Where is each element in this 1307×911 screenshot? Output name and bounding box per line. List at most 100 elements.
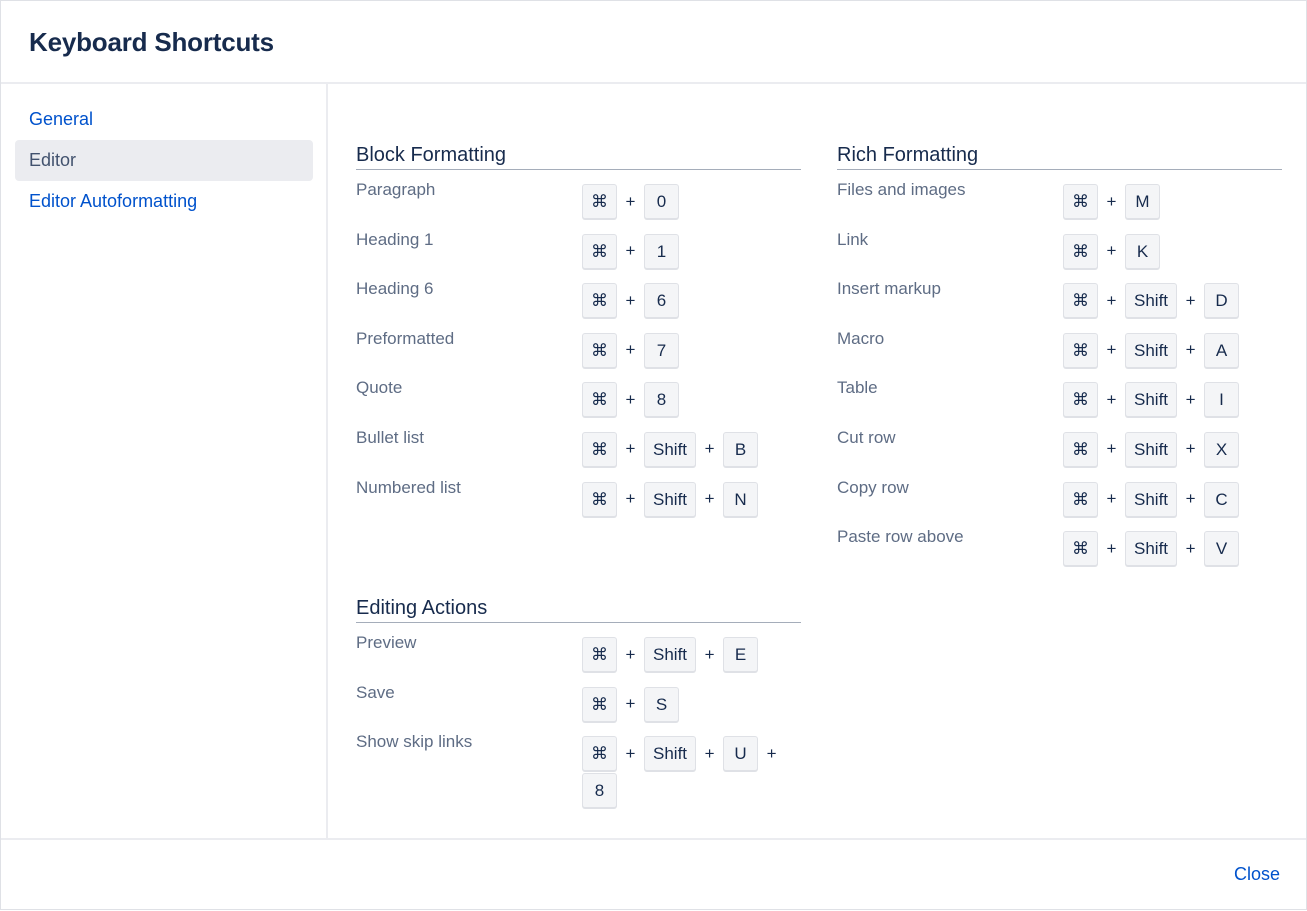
command-key-icon: ⌘ [1063,283,1098,319]
keycap: M [1125,184,1160,219]
keycap: 1 [644,233,679,269]
keycap: 8 [582,773,617,809]
command-key-icon: ⌘ [582,686,617,722]
shortcut-row: Paragraph ⌘ +0 [356,170,801,220]
shortcut-keys: ⌘ + Shift + D [1063,283,1273,319]
shortcut-keys: ⌘ + Shift + C [1063,481,1273,517]
command-key-icon: ⌘ [582,332,617,368]
shortcut-keys: ⌘ + Shift + E [582,637,792,672]
plus-separator: + [625,340,636,360]
shortcut-list: Preview ⌘ + Shift + E Save ⌘ + S Show skip links ⌘ +… [356,623,801,809]
plus-separator: + [625,489,636,509]
shortcut-keys: ⌘ + Shift + U +8 [582,736,792,809]
shortcut-keys: ⌘ +7 [582,332,792,368]
shortcut-row: Numbered list ⌘ + Shift + N [356,468,801,518]
shortcut-row: Paste row above ⌘ + Shift + V [837,517,1282,567]
shortcut-label: Insert markup [837,279,941,299]
plus-separator: + [625,389,636,409]
keycap: U [723,736,759,772]
shortcut-label: Numbered list [356,477,461,497]
plus-separator: + [1185,290,1196,310]
command-key-icon: ⌘ [1063,382,1098,418]
keycap: Shift [1125,382,1178,418]
sidebar-item-general[interactable]: General [15,99,313,140]
plus-separator: + [766,743,777,763]
shortcut-row: Table ⌘ + Shift + I [837,368,1282,418]
keycap: Shift [1125,332,1178,368]
keycap: Shift [1125,431,1178,467]
plus-separator: + [1106,340,1117,360]
keycap: N [723,481,759,517]
shortcut-keys: ⌘ +0 [582,184,792,219]
command-key-icon: ⌘ [1063,481,1098,517]
shortcut-keys: ⌘ + K [1063,233,1273,269]
keycap: K [1125,233,1160,269]
plus-separator: + [625,439,636,459]
keycap: Shift [1125,481,1178,517]
shortcut-label: Preformatted [356,328,455,348]
keycap: Shift [644,736,697,772]
plus-separator: + [704,439,715,459]
shortcut-row: Quote ⌘ +8 [356,368,801,418]
command-key-icon: ⌘ [582,481,617,517]
keycap: Shift [644,637,697,672]
shortcut-label: Cut row [837,427,896,447]
shortcut-row: Preformatted ⌘ +7 [356,319,801,369]
shortcut-row: Link ⌘ + K [837,220,1282,270]
keycap: C [1204,481,1240,517]
shortcut-label: Copy row [837,477,909,497]
sidebar-item-editor-autoformatting[interactable]: Editor Autoformatting [15,181,313,222]
command-key-icon: ⌘ [582,283,617,319]
shortcut-label: Bullet list [356,427,425,447]
section-title: Rich Formatting [837,141,1282,170]
plus-separator: + [704,644,715,664]
keycap: V [1204,531,1240,567]
dialog-footer: Close [1,838,1306,911]
shortcut-keys: ⌘ + Shift + N [582,481,792,517]
plus-separator: + [1106,241,1117,261]
keycap: I [1204,382,1240,418]
shortcut-row: Save ⌘ + S [356,673,801,723]
shortcut-label: Heading 1 [356,229,434,249]
plus-separator: + [1106,489,1117,509]
plus-separator: + [625,694,636,714]
dialog-title: Keyboard Shortcuts [29,27,274,57]
keycap: 0 [644,184,679,219]
shortcut-keys: ⌘ + Shift + X [1063,431,1273,467]
plus-separator: + [1185,389,1196,409]
keycap: E [723,637,759,672]
plus-separator: + [625,191,636,211]
shortcuts-content: Block Formatting Paragraph ⌘ +0 Heading 1 ⌘ +… [330,84,1306,838]
shortcut-row: Heading 1 ⌘ +1 [356,220,801,270]
shortcut-row: Files and images ⌘ + M [837,170,1282,220]
plus-separator: + [1106,439,1117,459]
plus-separator: + [704,743,715,763]
shortcut-label: Show skip links [356,732,473,752]
close-button[interactable]: Close [1234,864,1280,885]
shortcut-keys: ⌘ +6 [582,283,792,319]
plus-separator: + [625,290,636,310]
shortcut-label: Paste row above [837,527,964,547]
keycap: 7 [644,332,679,368]
shortcut-row: Copy row ⌘ + Shift + C [837,468,1282,518]
keycap: B [723,431,759,467]
shortcut-keys: ⌘ + S [582,686,792,722]
command-key-icon: ⌘ [582,637,617,672]
keycap: A [1204,332,1240,368]
shortcut-label: Link [837,229,869,249]
command-key-icon: ⌘ [1063,431,1098,467]
section-title: Block Formatting [356,141,801,170]
command-key-icon: ⌘ [582,736,617,772]
plus-separator: + [1185,340,1196,360]
keycap: S [644,686,679,722]
shortcut-keys: ⌘ + M [1063,184,1273,219]
sidebar-item-editor[interactable]: Editor [15,140,313,181]
shortcut-label: Paragraph [356,180,436,199]
command-key-icon: ⌘ [1063,184,1098,219]
section-editing-actions: Editing Actions Preview ⌘ + Shift + E Save ⌘ + S S… [356,594,801,809]
keycap: Shift [1125,283,1178,319]
command-key-icon: ⌘ [1063,233,1098,269]
shortcut-label: Quote [356,378,403,398]
keycap: 6 [644,283,679,319]
section-rich-formatting: Rich Formatting Files and images ⌘ + M Link ⌘… [837,141,1282,567]
